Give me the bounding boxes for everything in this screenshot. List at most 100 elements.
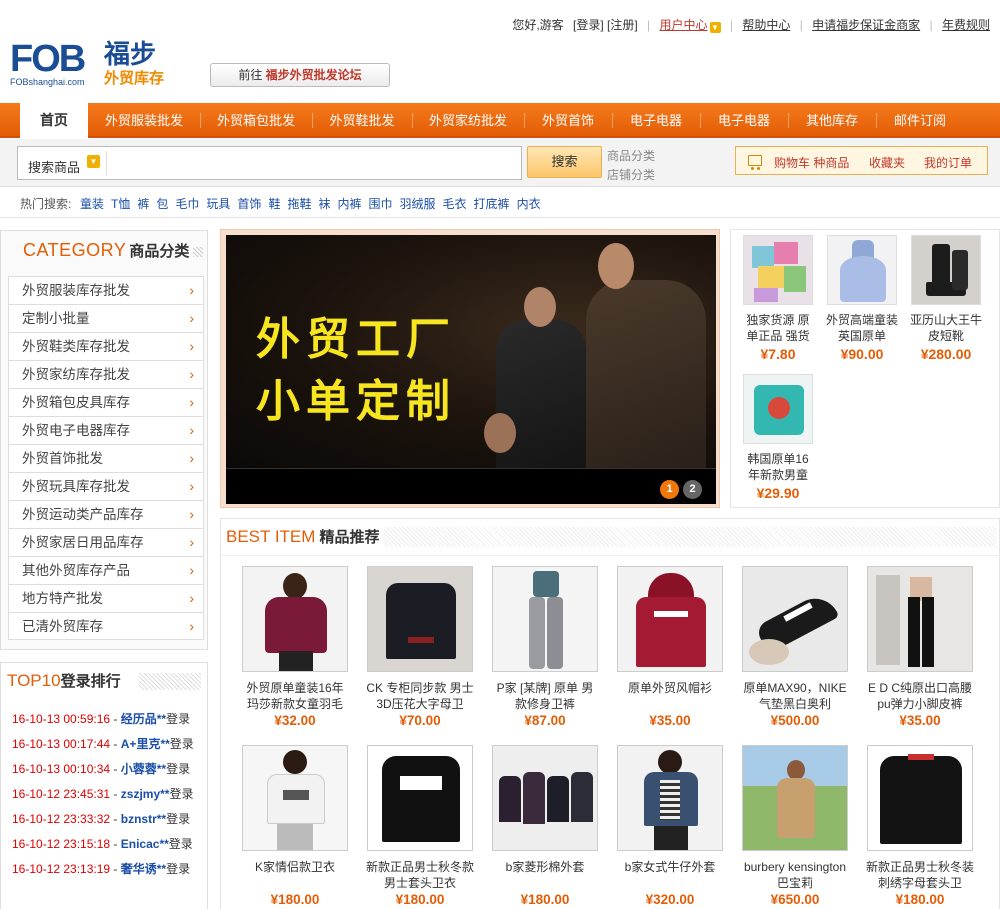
- hot-search-link[interactable]: 打底裤: [474, 197, 510, 211]
- carousel-dot-1[interactable]: 1: [660, 480, 679, 499]
- product-image[interactable]: [242, 745, 348, 851]
- mini-product[interactable]: 韩国原单16年新款男童 ¥29.90: [736, 374, 820, 501]
- category-item[interactable]: 已清外贸库存 ›: [8, 612, 204, 640]
- chevron-down-icon[interactable]: ▼: [87, 155, 100, 168]
- best-product[interactable]: 原单MAX90，NIKE气垫黑白奥利 ¥500.00: [740, 566, 850, 728]
- product-name[interactable]: K家情侣款卫衣: [241, 859, 349, 891]
- nav-item[interactable]: 电子电器: [620, 103, 692, 138]
- category-item[interactable]: 定制小批量 ›: [8, 304, 204, 332]
- category-item[interactable]: 外贸箱包皮具库存 ›: [8, 388, 204, 416]
- hot-search-link[interactable]: 内衣: [517, 197, 541, 211]
- product-image[interactable]: [492, 566, 598, 672]
- nav-item[interactable]: 其他库存: [796, 103, 868, 138]
- product-image[interactable]: [867, 745, 973, 851]
- product-name[interactable]: E D C纯原出口高腰pu弹力小脚皮裤: [866, 680, 974, 712]
- nav-item[interactable]: 外贸服装批发: [96, 103, 192, 138]
- category-item[interactable]: 外贸服装库存批发 ›: [8, 276, 204, 304]
- product-image[interactable]: [867, 566, 973, 672]
- mini-product[interactable]: 亚历山大王牛皮短靴 ¥280.00: [904, 235, 988, 362]
- best-product[interactable]: 原单外贸风帽衫 ¥35.00: [615, 566, 725, 728]
- product-image[interactable]: [367, 745, 473, 851]
- nav-item[interactable]: 外贸首饰: [532, 103, 604, 138]
- product-name[interactable]: 外贸高端童装英国原单: [826, 312, 898, 344]
- product-name[interactable]: burbery kensington巴宝莉: [741, 859, 849, 891]
- mini-product[interactable]: 外贸高端童装英国原单 ¥90.00: [820, 235, 904, 362]
- nav-item[interactable]: 邮件订阅: [884, 103, 956, 138]
- search-type-goods[interactable]: 商品分类: [607, 147, 655, 164]
- apply-merchant-link[interactable]: 申请福步保证金商家: [812, 16, 920, 33]
- best-product[interactable]: b家女式牛仔外套 ¥320.00: [615, 745, 725, 907]
- best-product[interactable]: b家菱形棉外套 ¥180.00: [490, 745, 600, 907]
- hot-search-link[interactable]: 拖鞋: [287, 197, 311, 211]
- user-name-link[interactable]: Enicac**: [121, 837, 169, 851]
- nav-item[interactable]: 外贸箱包批发: [208, 103, 304, 138]
- best-product[interactable]: E D C纯原出口高腰pu弹力小脚皮裤 ¥35.00: [865, 566, 975, 728]
- banner-image[interactable]: 外贸工厂 小单定制 1 2: [226, 235, 716, 504]
- user-name-link[interactable]: 奢华诱**: [121, 862, 166, 876]
- orders-link[interactable]: 我的订单: [924, 154, 972, 171]
- hot-search-link[interactable]: 首饰: [237, 197, 261, 211]
- category-item[interactable]: 其他外贸库存产品 ›: [8, 556, 204, 584]
- best-product[interactable]: CK 专柜同步款 男士3D压花大字母卫 ¥70.00: [365, 566, 475, 728]
- product-image[interactable]: [617, 566, 723, 672]
- hot-search-link[interactable]: 玩具: [206, 197, 230, 211]
- product-name[interactable]: CK 专柜同步款 男士3D压花大字母卫: [366, 680, 474, 712]
- hot-search-link[interactable]: 袜: [318, 197, 330, 211]
- user-name-link[interactable]: 经历品**: [121, 712, 166, 726]
- product-name[interactable]: 韩国原单16年新款男童: [742, 451, 814, 483]
- search-input[interactable]: [110, 151, 510, 175]
- user-name-link[interactable]: A+里克**: [121, 737, 170, 751]
- best-product[interactable]: 新款正品男士秋冬装刺绣字母套头卫 ¥180.00: [865, 745, 975, 907]
- product-image[interactable]: [742, 745, 848, 851]
- product-name[interactable]: 新款正品男士秋冬款男士套头卫衣: [366, 859, 474, 891]
- category-item[interactable]: 外贸家居日用品库存 ›: [8, 528, 204, 556]
- category-item[interactable]: 外贸运动类产品库存 ›: [8, 500, 204, 528]
- product-name[interactable]: P家 [某牌] 原单 男款修身卫裤: [491, 680, 599, 712]
- user-name-link[interactable]: 小蓉蓉**: [121, 762, 166, 776]
- product-name[interactable]: 新款正品男士秋冬装刺绣字母套头卫: [866, 859, 974, 891]
- category-item[interactable]: 外贸家纺库存批发 ›: [8, 360, 204, 388]
- product-name[interactable]: 外贸原单童装16年玛莎新款女童羽毛: [241, 680, 349, 712]
- nav-home[interactable]: 首页: [20, 101, 88, 138]
- carousel-dot-2[interactable]: 2: [683, 480, 702, 499]
- product-name[interactable]: 原单外贸风帽衫: [616, 680, 724, 712]
- hot-search-link[interactable]: 毛衣: [443, 197, 467, 211]
- nav-item[interactable]: 外贸鞋批发: [320, 103, 404, 138]
- hot-search-link[interactable]: 羽绒服: [400, 197, 436, 211]
- best-product[interactable]: 新款正品男士秋冬款男士套头卫衣 ¥180.00: [365, 745, 475, 907]
- cart-link[interactable]: 购物车 种商品: [774, 154, 849, 171]
- hot-search-link[interactable]: 包: [156, 197, 168, 211]
- best-product[interactable]: K家情侣款卫衣 ¥180.00: [240, 745, 350, 907]
- product-image[interactable]: [827, 235, 897, 305]
- best-product[interactable]: P家 [某牌] 原单 男款修身卫裤 ¥87.00: [490, 566, 600, 728]
- product-image[interactable]: [911, 235, 981, 305]
- chevron-down-icon[interactable]: ▼: [709, 22, 721, 33]
- product-image[interactable]: [242, 566, 348, 672]
- user-center-link[interactable]: 用户中心: [660, 16, 708, 33]
- product-name[interactable]: 原单MAX90，NIKE气垫黑白奥利: [741, 680, 849, 712]
- hot-search-link[interactable]: 鞋: [268, 197, 280, 211]
- hot-search-link[interactable]: 内裤: [337, 197, 361, 211]
- best-product[interactable]: burbery kensington巴宝莉 ¥650.00: [740, 745, 850, 907]
- category-item[interactable]: 外贸玩具库存批发 ›: [8, 472, 204, 500]
- hot-search-link[interactable]: 裤: [137, 197, 149, 211]
- nav-item[interactable]: 电子电器: [708, 103, 780, 138]
- search-category-label[interactable]: 搜索商品: [28, 157, 80, 176]
- hot-search-link[interactable]: T恤: [111, 197, 130, 211]
- fee-rules-link[interactable]: 年费规则: [942, 16, 990, 33]
- product-image[interactable]: [742, 566, 848, 672]
- login-link[interactable]: [登录]: [573, 16, 604, 33]
- category-item[interactable]: 外贸电子电器库存 ›: [8, 416, 204, 444]
- hot-search-link[interactable]: 毛巾: [175, 197, 199, 211]
- hot-search-link[interactable]: 童装: [80, 197, 104, 211]
- hot-search-link[interactable]: 围巾: [369, 197, 393, 211]
- site-logo[interactable]: FOB FOBshanghai.com 福步 外贸库存: [8, 22, 178, 92]
- user-name-link[interactable]: zszjmy**: [121, 787, 170, 801]
- category-item[interactable]: 地方特产批发 ›: [8, 584, 204, 612]
- favorites-link[interactable]: 收藏夹: [869, 154, 905, 171]
- category-item[interactable]: 外贸鞋类库存批发 ›: [8, 332, 204, 360]
- category-item[interactable]: 外贸首饰批发 ›: [8, 444, 204, 472]
- product-name[interactable]: 亚历山大王牛皮短靴: [910, 312, 982, 344]
- product-name[interactable]: 独家货源 原单正品 强货: [742, 312, 814, 344]
- product-image[interactable]: [743, 235, 813, 305]
